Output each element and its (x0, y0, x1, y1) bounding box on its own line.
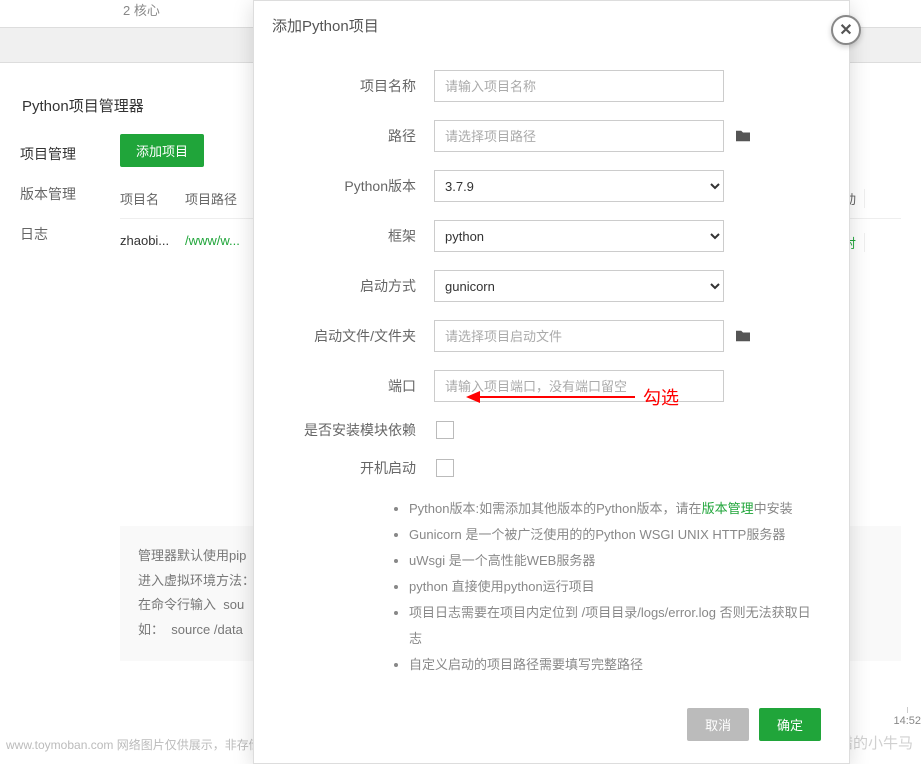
autostart-label: 开机启动 (284, 458, 434, 478)
startmode-select[interactable]: gunicorn (434, 270, 724, 302)
folder-icon[interactable] (734, 129, 752, 143)
framework-select[interactable]: python (434, 220, 724, 252)
th-name: 项目名 (120, 189, 185, 208)
tip-item: Gunicorn 是一个被广泛使用的的Python WSGI UNIX HTTP… (409, 522, 819, 548)
name-input[interactable] (434, 70, 724, 102)
add-project-button[interactable]: 添加项目 (120, 134, 204, 167)
tip-item: 项目日志需要在项目内定位到 /项目目录/logs/error.log 否则无法获… (409, 600, 819, 652)
close-icon: ✕ (839, 20, 852, 40)
close-button[interactable]: ✕ (831, 15, 861, 45)
startmode-label: 启动方式 (284, 276, 434, 296)
sidebar-item-projects[interactable]: 项目管理 (20, 134, 120, 174)
installdeps-label: 是否安装模块依赖 (284, 420, 434, 440)
tip-item: python 直接使用python运行项目 (409, 574, 819, 600)
name-label: 项目名称 (284, 76, 434, 96)
framework-label: 框架 (284, 226, 434, 246)
modal-tips: Python版本:如需添加其他版本的Python版本，请在版本管理中安装 Gun… (284, 496, 819, 678)
stat-cores: 2 核心 (123, 0, 160, 19)
path-label: 路径 (284, 126, 434, 146)
installdeps-checkbox[interactable] (436, 421, 454, 439)
version-label: Python版本 (284, 176, 434, 196)
td-name: zhaobi... (120, 233, 185, 252)
port-input[interactable] (434, 370, 724, 402)
ok-button[interactable]: 确定 (759, 708, 821, 741)
sidebar-item-logs[interactable]: 日志 (20, 214, 120, 254)
tip-item: 自定义启动的项目路径需要填写完整路径 (409, 652, 819, 678)
startfile-label: 启动文件/文件夹 (284, 326, 434, 346)
tip-item: uWsgi 是一个高性能WEB服务器 (409, 548, 819, 574)
version-manage-link[interactable]: 版本管理 (702, 501, 754, 516)
sidebar: 项目管理 版本管理 日志 (20, 134, 120, 661)
startfile-input[interactable] (434, 320, 724, 352)
folder-icon[interactable] (734, 329, 752, 343)
tip-item: Python版本:如需添加其他版本的Python版本，请在版本管理中安装 (409, 496, 819, 522)
sidebar-item-versions[interactable]: 版本管理 (20, 174, 120, 214)
modal-title: 添加Python项目 (254, 1, 849, 50)
path-input[interactable] (434, 120, 724, 152)
cancel-button[interactable]: 取消 (687, 708, 749, 741)
add-project-modal: 添加Python项目 ✕ 项目名称 路径 Python版本 3.7.9 框架 p… (253, 0, 850, 764)
autostart-checkbox[interactable] (436, 459, 454, 477)
port-label: 端口 (284, 376, 434, 396)
version-select[interactable]: 3.7.9 (434, 170, 724, 202)
time-mark: 14:52 (893, 715, 921, 727)
